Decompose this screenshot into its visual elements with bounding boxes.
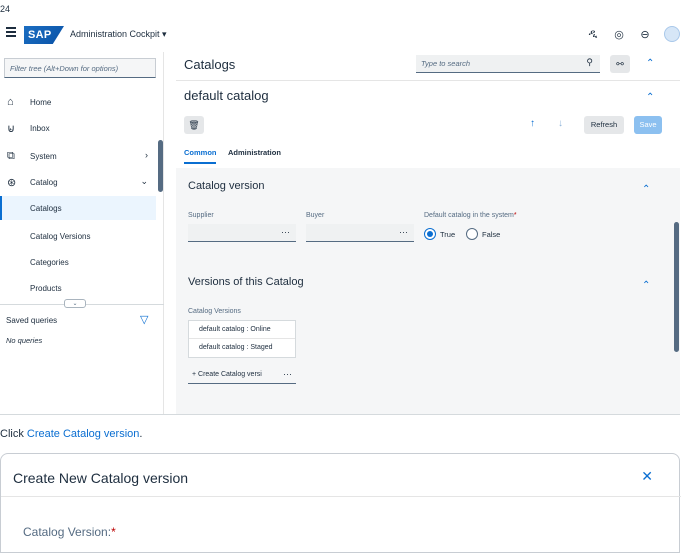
sidebar-item-products[interactable]: Products: [0, 276, 156, 300]
chevron-right-icon: ›: [145, 150, 148, 160]
create-dialog: Create New Catalog version ✕ Catalog Ver…: [0, 453, 681, 553]
sidebar-item-label: Categories: [30, 258, 69, 267]
page-title: Catalogs: [184, 57, 236, 72]
catalog-versions-label: Catalog Versions: [188, 308, 241, 315]
radio-false-label: False: [482, 230, 501, 239]
create-catalog-version-button[interactable]: + Create Catalog versi ···: [188, 368, 296, 384]
saved-queries-label: Saved queries: [6, 316, 58, 325]
buyer-field[interactable]: ···: [306, 224, 414, 242]
sidebar-item-catalogs[interactable]: Catalogs: [0, 196, 156, 220]
sidebar-item-inbox[interactable]: ⊌ Inbox: [0, 116, 156, 140]
more-icon[interactable]: ···: [283, 369, 292, 379]
section-title-catalog-version: Catalog version: [188, 180, 265, 192]
sidebar-item-categories[interactable]: Categories: [0, 250, 156, 274]
sidebar-scrollbar[interactable]: [158, 140, 163, 192]
dialog-title: Create New Catalog version: [13, 470, 189, 486]
supplier-field[interactable]: ···: [188, 224, 296, 242]
default-catalog-label: Default catalog in the system*: [424, 212, 517, 219]
more-icon[interactable]: ···: [281, 227, 290, 237]
sidebar-item-home[interactable]: ⌂ Home: [0, 90, 156, 114]
sidebar-item-label: Catalog Versions: [30, 232, 91, 241]
sidebar-item-label: Catalogs: [30, 204, 62, 213]
notification-icon[interactable]: ⊖: [638, 28, 652, 41]
divider: [176, 80, 680, 81]
menu-icon[interactable]: [6, 27, 16, 37]
more-icon[interactable]: ···: [399, 227, 408, 237]
sidebar-item-catalog-versions[interactable]: Catalog Versions: [0, 224, 156, 248]
chevron-down-icon: ⌄: [140, 176, 148, 186]
sidebar-item-label: System: [30, 152, 57, 161]
delete-icon[interactable]: 🗑: [184, 116, 204, 134]
sidebar-item-label: Inbox: [30, 124, 50, 133]
collapse-up-icon[interactable]: ⌃: [646, 58, 654, 69]
tab-administration[interactable]: Administration: [228, 148, 281, 157]
help-icon[interactable]: ◎: [612, 28, 626, 41]
sidebar-item-label: Home: [30, 98, 52, 107]
catalog-versions-list: default catalog : Online default catalog…: [188, 320, 296, 358]
tab-common[interactable]: Common: [184, 148, 217, 157]
instruction-text: Click Create Catalog version.: [0, 428, 143, 440]
avatar[interactable]: [664, 26, 680, 42]
shell-bar: SAP Administration Cockpit ▾ ዲ ◎ ⊖: [0, 22, 680, 46]
home-icon: ⌂: [7, 96, 14, 108]
filter-icon[interactable]: ▽: [140, 313, 148, 326]
close-icon[interactable]: ✕: [641, 468, 653, 485]
app-title[interactable]: Administration Cockpit ▾: [70, 29, 167, 40]
catalog-icon: ⊛: [7, 177, 17, 189]
detail-title: default catalog: [184, 88, 269, 103]
search-icon[interactable]: ⚲: [586, 57, 593, 68]
arrow-down-icon[interactable]: ↓: [558, 118, 563, 129]
sidebar-item-label: Catalog: [30, 178, 58, 187]
divider: [1, 496, 681, 497]
shell-actions: ዲ ◎ ⊖: [586, 26, 680, 42]
sidebar-item-system[interactable]: ⧉ System ›: [0, 144, 156, 168]
sidebar-item-label: Products: [30, 284, 62, 293]
arrow-up-icon[interactable]: ↑: [530, 118, 535, 129]
inbox-icon: ⊌: [7, 123, 16, 135]
collapse-up-icon[interactable]: ⌃: [642, 184, 650, 195]
sap-logo: SAP: [24, 26, 64, 44]
instruction-link: Create Catalog version: [26, 428, 140, 440]
user-role-icon[interactable]: ዲ: [586, 28, 600, 41]
list-item[interactable]: default catalog : Staged: [189, 339, 295, 357]
tab-indicator: [184, 162, 216, 164]
collapse-up-icon[interactable]: ⌃: [646, 92, 654, 103]
catalog-version-field-label: Catalog Version:*: [23, 525, 116, 539]
sidebar-item-catalog[interactable]: ⊛ Catalog ⌄: [0, 170, 156, 194]
section-title-versions: Versions of this Catalog: [188, 276, 304, 288]
system-icon: ⧉: [7, 150, 15, 162]
search-input[interactable]: Type to search ⚲: [416, 55, 600, 73]
advanced-search-icon[interactable]: ⚯: [610, 55, 630, 73]
filter-tree-input[interactable]: Filter tree (Alt+Down for options): [4, 58, 156, 78]
collapse-up-icon[interactable]: ⌃: [642, 280, 650, 291]
collapse-handle[interactable]: ⌄: [64, 299, 86, 308]
save-button[interactable]: Save: [634, 116, 662, 134]
refresh-button[interactable]: Refresh: [584, 116, 624, 134]
main-area: Catalogs Type to search ⚲ ⚯ ⌃ default ca…: [176, 52, 680, 414]
radio-false[interactable]: [466, 228, 478, 240]
buyer-label: Buyer: [306, 212, 325, 219]
main-scrollbar[interactable]: [674, 222, 679, 352]
sidebar: Filter tree (Alt+Down for options) ⌂ Hom…: [0, 52, 164, 414]
no-queries-label: No queries: [6, 336, 43, 345]
radio-true[interactable]: [424, 228, 436, 240]
list-item[interactable]: default catalog : Online: [189, 321, 295, 339]
supplier-label: Supplier: [188, 212, 214, 219]
radio-true-label: True: [440, 230, 456, 239]
page-number: 24: [0, 4, 11, 14]
divider: [0, 414, 680, 415]
